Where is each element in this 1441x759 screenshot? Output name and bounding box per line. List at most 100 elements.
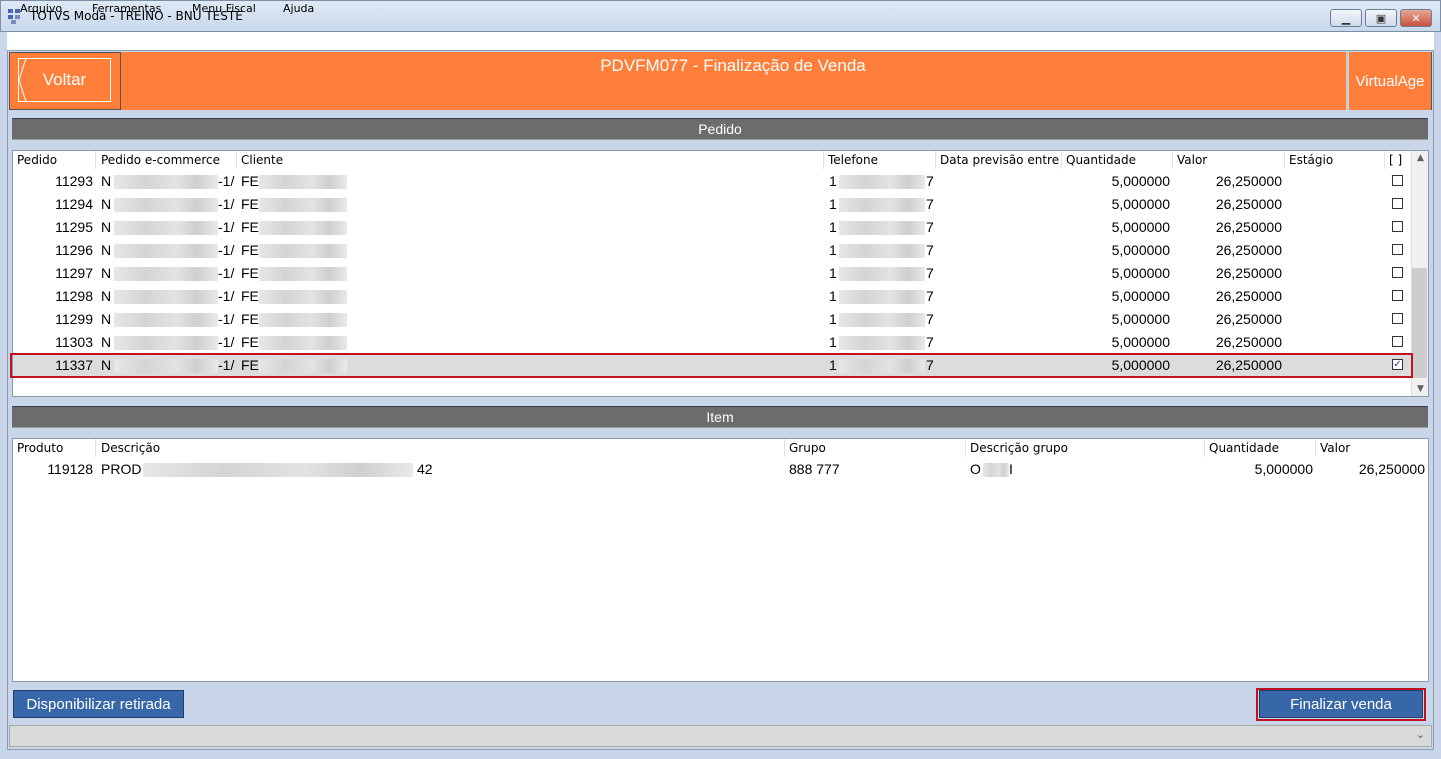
- column-header-pedido-ecommerce[interactable]: Pedido e-commerce: [97, 151, 237, 169]
- column-header-cliente[interactable]: Cliente: [237, 151, 824, 169]
- table-row[interactable]: 119128 PROD 42 888 777 O I 5,000000 26,250000: [13, 458, 1428, 481]
- back-chevron-icon: [18, 58, 26, 102]
- table-row[interactable]: 11295 N -1/FE 1 7 5,000000 26,250000: [13, 216, 1413, 239]
- valor-value: 26,250000: [1215, 334, 1282, 350]
- telefone-suffix: 7: [926, 311, 934, 327]
- select-checkbox[interactable]: [1392, 336, 1403, 347]
- table-row[interactable]: 11297 N -1/FE 1 7 5,000000 26,250000: [13, 262, 1413, 285]
- valor-value: 26,250000: [1215, 219, 1282, 235]
- quantidade-value: 5,000000: [1111, 311, 1170, 327]
- column-header-estagio[interactable]: Estágio: [1285, 151, 1385, 169]
- select-checkbox[interactable]: [1392, 290, 1403, 301]
- column-header-descricao-grupo[interactable]: Descrição grupo: [966, 439, 1205, 457]
- redacted-telefone: [839, 336, 925, 350]
- scroll-up-icon[interactable]: ▲: [1412, 153, 1429, 163]
- select-checkbox[interactable]: [1392, 313, 1403, 324]
- column-header-item-quantidade[interactable]: Quantidade: [1205, 439, 1316, 457]
- scroll-down-icon[interactable]: ▼: [1412, 384, 1429, 394]
- table-row[interactable]: 11293 N -1/FE 1 7 5,000000 26,250000: [13, 170, 1413, 193]
- select-checkbox[interactable]: [1392, 244, 1403, 255]
- column-header-produto[interactable]: Produto: [13, 439, 96, 457]
- column-header-valor[interactable]: Valor: [1173, 151, 1285, 169]
- pedido-number: 11299: [55, 311, 93, 327]
- item-quantidade-value: 5,000000: [1254, 461, 1313, 477]
- descricao-prefix: PROD: [101, 461, 142, 477]
- pedido-scrollbar-thumb[interactable]: [1412, 268, 1427, 378]
- select-checkbox[interactable]: [1392, 267, 1403, 278]
- column-header-telefone[interactable]: Telefone: [824, 151, 936, 169]
- descricao-suffix: 42: [417, 461, 433, 477]
- ecommerce-suffix: -1/: [218, 242, 235, 258]
- redacted-ecommerce: [114, 267, 218, 281]
- table-row[interactable]: 11299 N -1/FE 1 7 5,000000 26,250000: [13, 308, 1413, 331]
- telefone-suffix: 7: [926, 334, 934, 350]
- redacted-cliente: [259, 175, 347, 189]
- pedido-number: 11293: [55, 173, 93, 189]
- pedido-number: 11303: [55, 334, 93, 350]
- quantidade-value: 5,000000: [1111, 334, 1170, 350]
- ecommerce-suffix: -1/: [218, 311, 235, 327]
- table-row[interactable]: 11294 N -1/FE 1 7 5,000000 26,250000: [13, 193, 1413, 216]
- pedido-number: 11294: [55, 196, 93, 212]
- redacted-telefone: [839, 221, 925, 235]
- column-header-quantidade[interactable]: Quantidade: [1062, 151, 1173, 169]
- redacted-cliente: [259, 221, 347, 235]
- menu-ferramentas[interactable]: Ferramentas: [92, 2, 161, 15]
- redacted-telefone: [839, 267, 925, 281]
- menu-ajuda[interactable]: Ajuda: [283, 2, 314, 15]
- column-header-data-previsao[interactable]: Data previsão entre: [936, 151, 1062, 169]
- table-row[interactable]: 11303 N -1/FE 1 7 5,000000 26,250000: [13, 331, 1413, 354]
- back-button-label: Voltar: [42, 70, 87, 89]
- ecommerce-suffix: -1/: [218, 288, 235, 304]
- pedido-number: 11298: [55, 288, 93, 304]
- select-checkbox[interactable]: [1392, 198, 1403, 209]
- minimize-button[interactable]: ▁: [1330, 9, 1362, 27]
- redacted-ecommerce: [114, 198, 218, 212]
- ecommerce-suffix: -1/: [218, 334, 235, 350]
- valor-value: 26,250000: [1215, 265, 1282, 281]
- redacted-ecommerce: [114, 336, 218, 350]
- quantidade-value: 5,000000: [1111, 288, 1170, 304]
- redacted-cliente: [259, 244, 347, 258]
- desc-grupo-prefix: O: [970, 461, 981, 477]
- menu-menu-fiscal[interactable]: Menu Fiscal: [192, 2, 256, 15]
- table-row[interactable]: 11296 N -1/FE 1 7 5,000000 26,250000: [13, 239, 1413, 262]
- page-title: PDVFM077 - Finalização de Venda: [600, 56, 866, 75]
- column-header-item-valor[interactable]: Valor: [1316, 439, 1428, 457]
- redacted-ecommerce: [114, 175, 218, 189]
- pedido-number: 11296: [55, 242, 93, 258]
- telefone-suffix: 7: [926, 173, 934, 189]
- column-header-pedido[interactable]: Pedido: [13, 151, 96, 169]
- disponibilizar-retirada-button[interactable]: Disponibilizar retirada: [13, 690, 184, 718]
- redacted-cliente: [259, 336, 347, 350]
- redacted-telefone: [839, 198, 925, 212]
- column-header-descricao[interactable]: Descrição: [97, 439, 785, 457]
- redacted-telefone: [839, 313, 925, 327]
- back-button[interactable]: Voltar: [18, 58, 111, 102]
- select-checkbox[interactable]: [1392, 221, 1403, 232]
- status-bar: ⌄: [9, 725, 1432, 747]
- valor-value: 26,250000: [1215, 311, 1282, 327]
- close-button[interactable]: ✕: [1400, 9, 1432, 27]
- redacted-ecommerce: [114, 244, 218, 258]
- column-header-select[interactable]: [ ]: [1385, 151, 1412, 169]
- redacted-descricao: [143, 463, 413, 477]
- pedido-section-header: Pedido: [12, 118, 1428, 140]
- status-chevron-down-icon[interactable]: ⌄: [1416, 728, 1425, 741]
- table-row[interactable]: 11298 N -1/FE 1 7 5,000000 26,250000: [13, 285, 1413, 308]
- ecommerce-suffix: -1/: [218, 265, 235, 281]
- redacted-telefone: [839, 175, 925, 189]
- close-icon: ✕: [1411, 11, 1421, 25]
- quantidade-value: 5,000000: [1111, 265, 1170, 281]
- menu-arquivo[interactable]: Arquivo: [20, 2, 62, 15]
- quantidade-value: 5,000000: [1111, 173, 1170, 189]
- minimize-icon: ▁: [1341, 11, 1351, 25]
- ecommerce-suffix: -1/: [218, 173, 235, 189]
- telefone-suffix: 7: [926, 288, 934, 304]
- redacted-ecommerce: [114, 313, 218, 327]
- column-header-grupo[interactable]: Grupo: [785, 439, 966, 457]
- select-checkbox[interactable]: [1392, 175, 1403, 186]
- ecommerce-suffix: -1/: [218, 196, 235, 212]
- maximize-button[interactable]: ▣: [1365, 9, 1397, 27]
- redacted-desc-grupo: [983, 463, 1009, 477]
